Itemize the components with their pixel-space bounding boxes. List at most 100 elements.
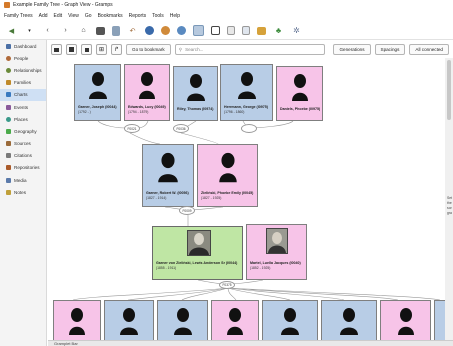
sidebar-item-citations[interactable]: Citations	[0, 150, 46, 162]
sidebar-item-geography[interactable]: Geography	[0, 125, 46, 137]
sidebar-item-notes[interactable]: Notes	[0, 186, 46, 198]
family-node-f3[interactable]	[241, 124, 257, 133]
search-placeholder: Search...	[185, 47, 204, 52]
person-node-p7[interactable]: Zieliński, Phoebe Emily (I0045) (1827 - …	[197, 144, 258, 207]
generations-button[interactable]: Generations	[333, 44, 371, 55]
navigator-sidebar: Dashboard People Relationships Families …	[0, 40, 47, 346]
portrait-icon	[188, 231, 210, 255]
partial-text-line: gra	[447, 211, 452, 215]
sidebar-item-label: Charts	[14, 92, 28, 98]
child-node-6[interactable]	[321, 300, 377, 340]
sidebar-item-label: Repositories	[14, 165, 40, 171]
child-node-1[interactable]	[53, 300, 101, 340]
person-node-p4[interactable]: Herrmann, George (I0975) (1796 - 1860)	[220, 64, 273, 121]
chevron-right-icon[interactable]: ›	[60, 25, 71, 36]
sidebar-item-media[interactable]: Media	[0, 174, 46, 186]
back-arrow-icon[interactable]: ◀	[6, 25, 17, 36]
sidebar-item-events[interactable]: Events	[0, 101, 46, 113]
menu-help[interactable]: Help	[170, 13, 180, 19]
person-node-p8-selected[interactable]: Garner von Zieliński, Lewis Anderson Sr …	[152, 226, 243, 280]
settings-gear-icon[interactable]: ✲	[291, 25, 302, 36]
fit-view-button[interactable]: ⊞	[96, 44, 107, 55]
globe-icon[interactable]	[145, 26, 154, 35]
person-node-p9[interactable]: Martel, Luella Jacques (I0040) (1852 - 1…	[246, 224, 307, 280]
relationships-icon	[6, 67, 11, 73]
undo-icon[interactable]: ↶	[127, 25, 138, 36]
menu-bookmarks[interactable]: Bookmarks	[98, 13, 123, 19]
search-input[interactable]: ⚲ Search...	[174, 44, 325, 55]
person-name: Martel, Luella Jacques (I0040)	[250, 261, 301, 265]
go-to-bookmark-button[interactable]: Go to bookmark	[126, 44, 171, 55]
sidebar-item-sources[interactable]: Sources	[0, 138, 46, 150]
pedigree-icon[interactable]	[177, 26, 186, 35]
male-silhouette-icon	[173, 308, 192, 335]
home-icon[interactable]: ⌂	[78, 25, 89, 36]
sidebar-item-label: Media	[14, 177, 27, 183]
person-node-p3[interactable]: Riley, Thomas (I0974)	[173, 66, 218, 121]
sidebar-item-repositories[interactable]: Repositories	[0, 162, 46, 174]
menu-family-trees[interactable]: Family Trees	[4, 13, 33, 19]
sidebar-item-people[interactable]: People	[0, 52, 46, 64]
female-silhouette-icon	[139, 72, 155, 99]
graph-view-icon[interactable]	[193, 25, 204, 36]
zoom-out-button[interactable]	[51, 44, 62, 55]
menu-view[interactable]: View	[68, 13, 79, 19]
geography-icon	[6, 128, 11, 134]
config-view-icon[interactable]	[211, 26, 220, 35]
child-node-8[interactable]	[434, 300, 445, 340]
notes-toolbar-icon[interactable]	[227, 26, 235, 35]
chart-pie-icon[interactable]	[161, 26, 170, 35]
family-node-f1[interactable]: F0021	[124, 124, 140, 133]
child-node-5[interactable]	[262, 300, 318, 340]
sidebar-item-places[interactable]: Places	[0, 113, 46, 125]
sidebar-item-label: Notes	[14, 189, 27, 195]
person-dates: (1792 - )	[78, 110, 91, 114]
bookmark-arrow-button[interactable]: ↱	[111, 44, 122, 55]
menu-add[interactable]: Add	[39, 13, 48, 19]
male-silhouette-icon	[281, 308, 299, 335]
sidebar-item-label: Dashboard	[14, 43, 37, 49]
all-connected-button[interactable]: All connected	[409, 44, 449, 55]
male-silhouette-icon	[88, 72, 107, 99]
sidebar-item-families[interactable]: Families	[0, 77, 46, 89]
family-node-f4[interactable]: F0009	[179, 206, 195, 215]
sidebar-item-relationships[interactable]: Relationships	[0, 64, 46, 76]
window-title: Example Family Tree - Graph View - Gramp…	[13, 2, 113, 8]
child-node-7[interactable]	[380, 300, 431, 340]
tree-add-icon[interactable]: ♣	[273, 25, 284, 36]
spacings-button[interactable]: Spacings	[374, 44, 406, 55]
person-node-p2[interactable]: Edwards, Lucy (I0049) (1794 - 1879)	[124, 64, 170, 121]
print-icon[interactable]	[96, 26, 105, 35]
male-silhouette-icon	[237, 72, 256, 99]
gramplet-bar[interactable]: Gramplet Bar	[48, 340, 453, 346]
sidebar-item-charts[interactable]: Charts	[0, 88, 46, 101]
child-node-4[interactable]	[211, 300, 259, 340]
menu-go[interactable]: Go	[85, 13, 92, 19]
child-node-2[interactable]	[104, 300, 154, 340]
places-icon	[6, 116, 11, 122]
person-node-p5[interactable]: Daniels, Phoebe (I0975)	[276, 66, 323, 121]
person-name: Zieliński, Phoebe Emily (I0045)	[201, 191, 254, 195]
history-dropdown-icon[interactable]: ▾	[24, 25, 35, 36]
family-node-f5[interactable]: F0375	[219, 281, 235, 289]
family-node-f2[interactable]: F0036	[173, 124, 189, 133]
person-node-p1[interactable]: Garner, Joseph (I0044) (1792 - )	[74, 64, 121, 121]
sidebar-item-dashboard[interactable]: Dashboard	[0, 40, 46, 52]
menu-edit[interactable]: Edit	[54, 13, 63, 19]
person-photo	[187, 230, 211, 256]
zoom-reset-icon	[69, 47, 74, 52]
zoom-reset-button[interactable]	[66, 44, 77, 55]
image-icon[interactable]	[257, 26, 266, 35]
zoom-in-button[interactable]	[81, 44, 92, 55]
scrollbar-thumb[interactable]	[447, 60, 451, 120]
child-node-3[interactable]	[157, 300, 208, 340]
menu-reports[interactable]: Reports	[129, 13, 147, 19]
menu-tools[interactable]: Tools	[152, 13, 164, 19]
clipboard-icon[interactable]	[112, 25, 120, 36]
chevron-left-icon[interactable]: ‹	[42, 25, 53, 36]
events-icon	[6, 104, 11, 110]
graph-canvas[interactable]: Garner, Joseph (I0044) (1792 - ) Edwards…	[48, 58, 445, 340]
person-dates: (1827 - 1914)	[146, 196, 167, 200]
report-icon[interactable]	[242, 26, 250, 35]
person-node-p6[interactable]: Garner, Robert W. (I0056) (1827 - 1914)	[142, 144, 194, 207]
